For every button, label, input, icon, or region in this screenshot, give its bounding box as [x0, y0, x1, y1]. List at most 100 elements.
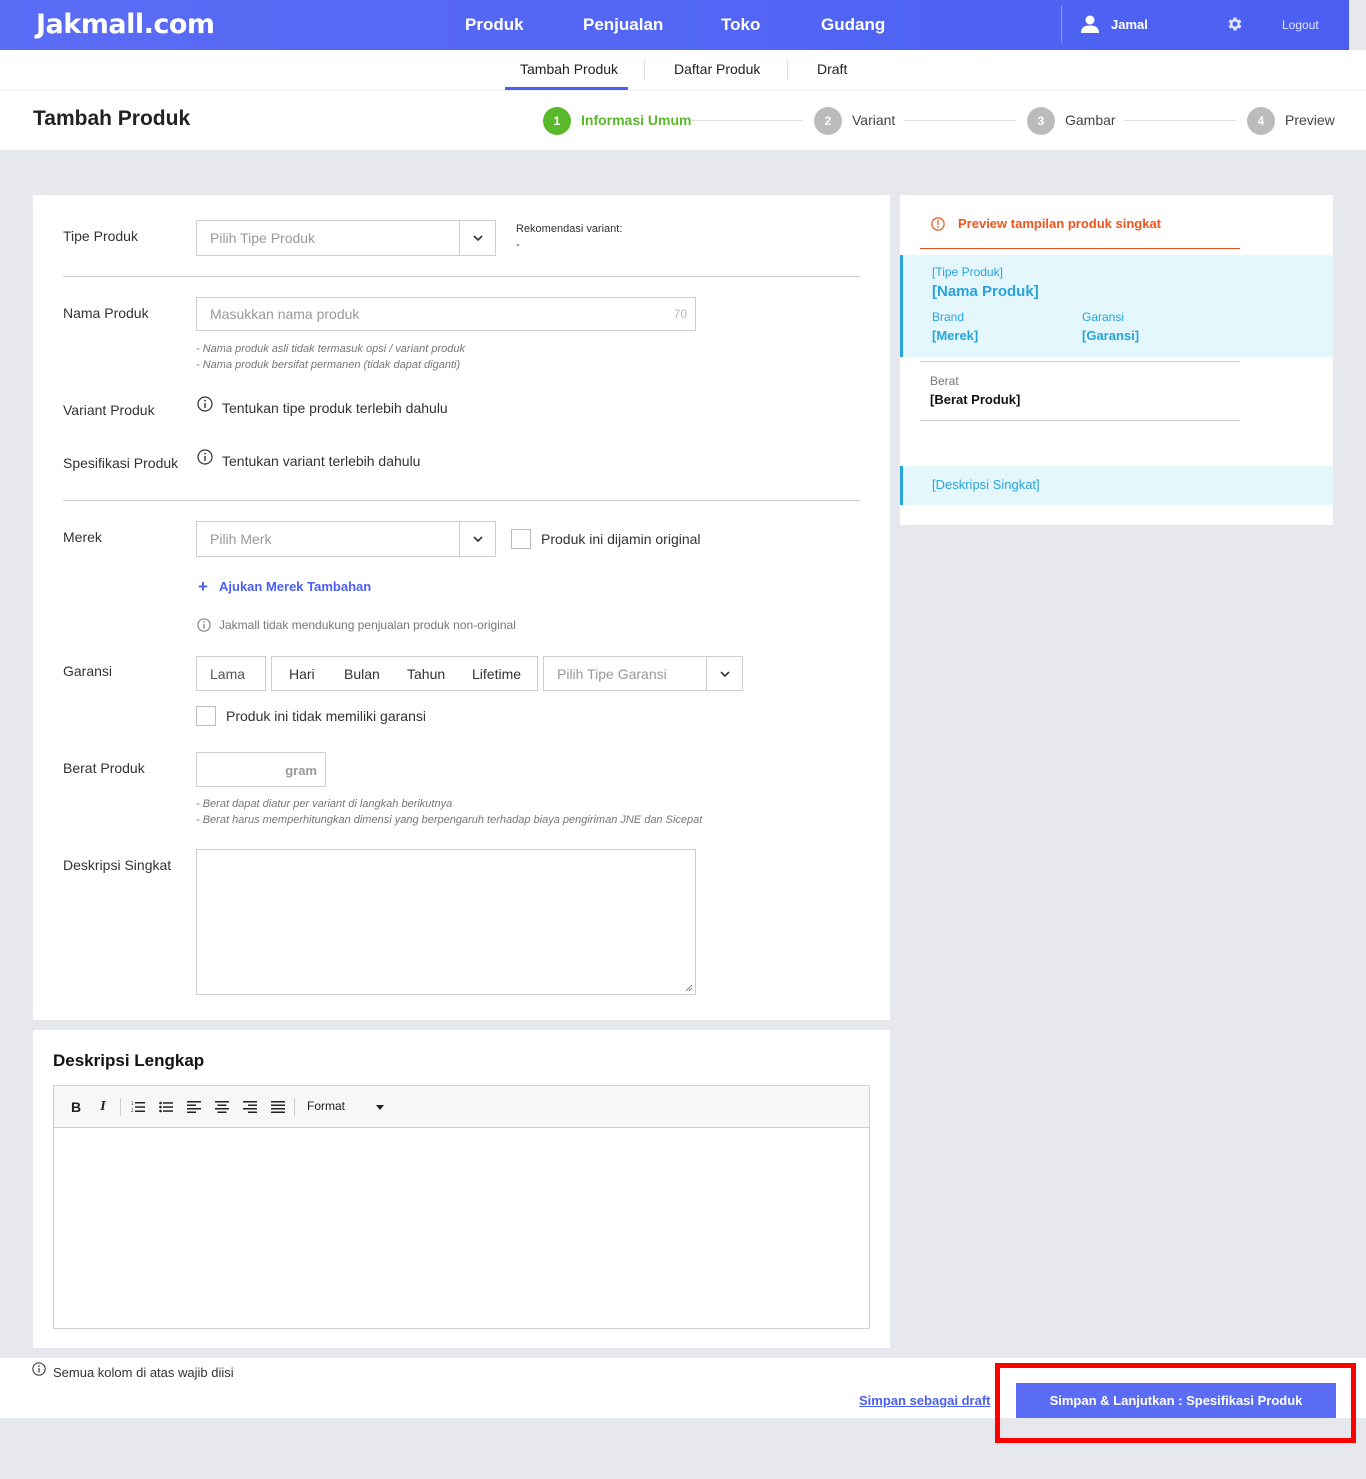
nav-penjualan[interactable]: Penjualan — [583, 15, 663, 35]
berat-hint: - Berat dapat diatur per variant di lang… — [196, 798, 453, 810]
info-icon — [197, 449, 213, 465]
subnav-daftar-produk[interactable]: Daftar Produk — [674, 61, 760, 77]
subnav-divider — [644, 60, 645, 80]
bullet-list-icon[interactable] — [156, 1097, 176, 1117]
nav-gudang[interactable]: Gudang — [821, 15, 885, 35]
nama-produk-input[interactable]: Masukkan nama produk 70 — [196, 297, 696, 331]
rekomendasi-variant-label: Rekomendasi variant: — [516, 223, 623, 235]
info-icon — [32, 1362, 46, 1376]
logout-link[interactable]: Logout — [1282, 18, 1319, 32]
subnav-tambah-produk[interactable]: Tambah Produk — [520, 61, 618, 77]
deskripsi-singkat-label: Deskripsi Singkat — [63, 857, 172, 873]
spesifikasi-produk-label: Spesifikasi Produk — [63, 455, 179, 471]
info-icon — [197, 618, 211, 632]
svg-text:1: 1 — [131, 1101, 134, 1106]
merek-select[interactable]: Pilih Merk — [196, 521, 496, 557]
toolbar-divider — [120, 1098, 121, 1116]
step-2-label: Variant — [852, 112, 896, 128]
save-draft-link[interactable]: Simpan sebagai draft — [859, 1393, 990, 1408]
deskripsi-lengkap-card: Deskripsi Lengkap B I 12 Format — [33, 1030, 890, 1348]
spesifikasi-produk-info: Tentukan variant terlebih dahulu — [222, 453, 421, 469]
non-original-note: Jakmall tidak mendukung penjualan produk… — [219, 618, 516, 632]
berat-unit: gram — [285, 763, 317, 778]
nama-produk-placeholder: Masukkan nama produk — [210, 306, 360, 322]
garansi-lama-input[interactable]: Lama — [196, 656, 266, 691]
preview-highlight-block: [Tipe Produk] [Nama Produk] Brand [Merek… — [900, 255, 1333, 357]
preview-divider — [920, 361, 1240, 362]
gear-icon[interactable] — [1226, 15, 1244, 33]
berat-input[interactable]: gram — [196, 752, 326, 787]
format-dropdown[interactable]: Format — [307, 1099, 345, 1113]
nav-produk[interactable]: Produk — [465, 15, 524, 35]
deskripsi-singkat-textarea[interactable] — [196, 849, 696, 995]
numbered-list-icon[interactable]: 12 — [128, 1097, 148, 1117]
align-left-icon[interactable] — [184, 1097, 204, 1117]
garansi-tipe-placeholder: Pilih Tipe Garansi — [557, 665, 667, 682]
save-continue-button[interactable]: Simpan & Lanjutkan : Spesifikasi Produk — [1016, 1383, 1336, 1418]
step-3-number: 3 — [1027, 107, 1055, 135]
section-divider — [63, 276, 860, 277]
tipe-produk-placeholder: Pilih Tipe Produk — [210, 230, 316, 246]
no-garansi-checkbox[interactable] — [196, 706, 216, 726]
bold-button[interactable]: B — [66, 1097, 86, 1117]
page-title: Tambah Produk — [33, 107, 191, 130]
preview-garansi-label: Garansi — [1082, 310, 1125, 324]
step-2-number: 2 — [814, 107, 842, 135]
nama-produk-label: Nama Produk — [63, 305, 149, 321]
original-checkbox-label[interactable]: Produk ini dijamin original — [541, 531, 701, 547]
original-checkbox[interactable] — [511, 529, 531, 549]
required-note: Semua kolom di atas wajib diisi — [53, 1365, 234, 1380]
preview-nama-produk: [Nama Produk] — [932, 283, 1039, 300]
chevron-down-icon[interactable] — [459, 522, 495, 556]
sub-navbar: Tambah Produk Daftar Produk Draft — [0, 50, 1366, 90]
step-3-label: Gambar — [1065, 112, 1116, 128]
top-navbar: Jakmall.com Produk Penjualan Toko Gudang… — [0, 0, 1349, 50]
chevron-down-icon[interactable] — [706, 657, 742, 690]
rich-text-editor: B I 12 Format — [53, 1085, 870, 1329]
tipe-produk-select[interactable]: Pilih Tipe Produk — [196, 220, 496, 256]
align-center-icon[interactable] — [212, 1097, 232, 1117]
info-icon — [197, 396, 213, 412]
subnav-draft[interactable]: Draft — [817, 61, 847, 77]
garansi-unit-lifetime[interactable]: Lifetime — [472, 666, 521, 682]
user-name[interactable]: Jamal — [1111, 17, 1148, 32]
merek-placeholder: Pilih Merk — [210, 531, 272, 547]
preview-header-underline — [920, 248, 1240, 249]
preview-brand-value: [Merek] — [932, 328, 979, 343]
garansi-tipe-select[interactable]: Pilih Tipe Garansi — [543, 656, 743, 691]
subnav-divider — [787, 60, 788, 80]
preview-berat-label: Berat — [930, 374, 959, 388]
align-right-icon[interactable] — [240, 1097, 260, 1117]
toolbar-divider — [294, 1098, 295, 1116]
garansi-lama-placeholder: Lama — [210, 665, 246, 682]
ajukan-merek-link[interactable]: Ajukan Merek Tambahan — [219, 579, 371, 594]
garansi-unit-hari[interactable]: Hari — [289, 666, 315, 682]
warning-info-icon — [931, 217, 945, 231]
user-icon — [1081, 15, 1099, 33]
caret-down-icon[interactable] — [376, 1105, 384, 1110]
preview-deskripsi-block: [Deskripsi Singkat] — [900, 466, 1333, 505]
step-connector — [691, 120, 803, 121]
italic-button[interactable]: I — [93, 1097, 113, 1117]
logo[interactable]: Jakmall.com — [36, 9, 215, 40]
preview-card: Preview tampilan produk singkat [Tipe Pr… — [900, 195, 1333, 525]
align-justify-icon[interactable] — [268, 1097, 288, 1117]
resize-handle-icon[interactable] — [685, 984, 693, 992]
garansi-unit-tahun[interactable]: Tahun — [407, 666, 445, 682]
step-4-label: Preview — [1285, 112, 1335, 128]
variant-produk-label: Variant Produk — [63, 402, 155, 418]
step-1-label: Informasi Umum — [581, 112, 692, 128]
no-garansi-label[interactable]: Produk ini tidak memiliki garansi — [226, 708, 426, 724]
step-connector — [904, 120, 1016, 121]
nav-toko[interactable]: Toko — [721, 15, 760, 35]
chevron-down-icon[interactable] — [459, 221, 495, 255]
editor-toolbar: B I 12 Format — [54, 1086, 869, 1128]
preview-header: Preview tampilan produk singkat — [958, 216, 1161, 231]
garansi-unit-bulan[interactable]: Bulan — [344, 666, 380, 682]
step-1-number: 1 — [543, 107, 571, 135]
plus-icon[interactable]: + — [198, 577, 208, 597]
nama-produk-hint: - Nama produk bersifat permanen (tidak d… — [196, 359, 461, 371]
berat-hint: - Berat harus memperhitungkan dimensi ya… — [196, 814, 703, 826]
preview-brand-label: Brand — [932, 310, 965, 324]
preview-tipe-produk: [Tipe Produk] — [932, 265, 1003, 279]
